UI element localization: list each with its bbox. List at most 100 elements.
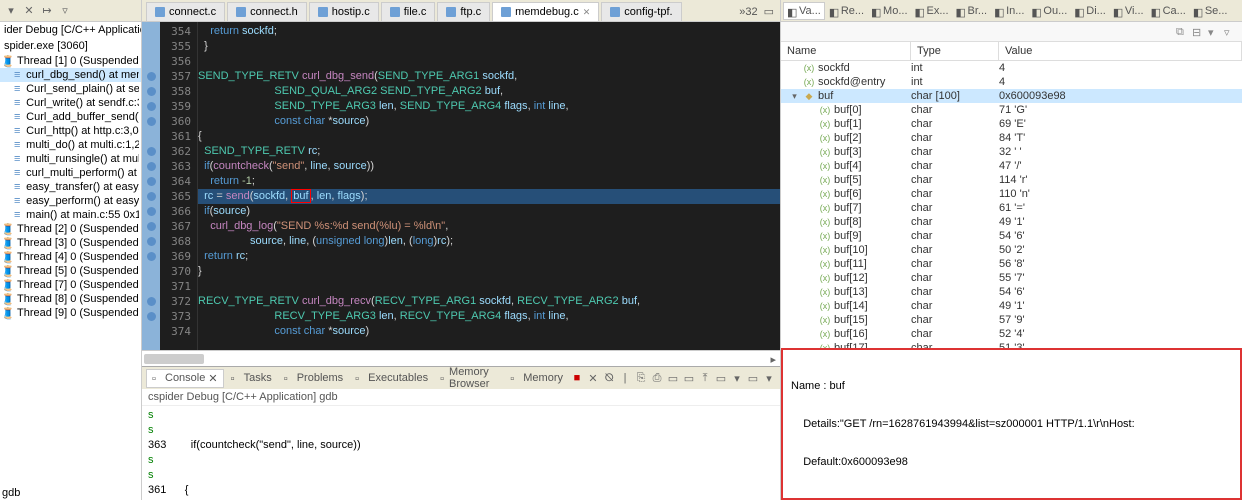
view-tab[interactable]: ◧Mo... [868,3,910,19]
breakpoint-icon[interactable] [147,252,156,261]
variable-row[interactable]: (x)buf[16]char52 '4' [781,327,1242,341]
pin-icon[interactable]: ▾ [1208,26,1220,38]
thread-item[interactable]: 🧵Thread [5] 0 (Suspended : Co [0,264,141,278]
stack-frame[interactable]: ≡Curl_http() at http.c:3,040 [0,124,141,138]
variable-row[interactable]: (x)buf[0]char71 'G' [781,103,1242,117]
expander-icon[interactable] [805,147,816,158]
code-line[interactable]: RECV_TYPE_RETV curl_dbg_recv(RECV_TYPE_A… [198,294,780,309]
stack-frame[interactable]: ≡Curl_add_buffer_send() at [0,110,141,124]
scroll-right-icon[interactable]: ▸ [770,353,776,366]
variable-row[interactable]: (x)sockfdint4 [781,61,1242,75]
maximize-icon[interactable]: ▭ [764,5,774,18]
thread-item[interactable]: 🧵Thread [3] 0 (Suspended : Co [0,236,141,250]
menu-icon[interactable]: ▿ [58,4,72,18]
breakpoint-slot[interactable] [142,279,160,294]
variable-row[interactable]: (x)buf[17]char51 '3' [781,341,1242,348]
variable-row[interactable]: (x)buf[10]char50 '2' [781,243,1242,257]
variable-row[interactable]: (x)buf[15]char57 '9' [781,313,1242,327]
variable-row[interactable]: (x)buf[4]char47 '/' [781,159,1242,173]
toolbar-icon[interactable]: ⎙ [650,371,664,385]
breakpoint-slot[interactable] [142,219,160,234]
breakpoint-icon[interactable] [147,177,156,186]
breakpoint-icon[interactable] [147,297,156,306]
toolbar-icon[interactable]: ▭ [746,371,760,385]
breakpoint-slot[interactable] [142,39,160,54]
stack-frame[interactable]: ≡easy_transfer() at easy.c:5 [0,180,141,194]
variable-row[interactable]: (x)buf[13]char54 '6' [781,285,1242,299]
view-tab[interactable]: ◧Br... [953,3,991,19]
code-line[interactable]: SEND_QUAL_ARG2 SEND_TYPE_ARG2 buf, [198,84,780,99]
breakpoint-slot[interactable] [142,144,160,159]
editor-tab[interactable]: connect.h [227,2,307,21]
expander-icon[interactable] [805,105,816,116]
remove-icon[interactable]: ✕ [22,4,36,18]
breakpoint-slot[interactable] [142,189,160,204]
code-line[interactable]: } [198,264,780,279]
expander-icon[interactable] [805,259,816,270]
expander-icon[interactable] [789,63,800,74]
toolbar-icon[interactable]: ⦰ [602,371,616,385]
breakpoint-icon[interactable] [147,72,156,81]
variable-row[interactable]: (x)buf[5]char114 'r' [781,173,1242,187]
breakpoint-icon[interactable] [147,192,156,201]
breakpoint-icon[interactable] [147,147,156,156]
console-tab[interactable]: ▫Tasks [226,370,277,386]
code-area[interactable]: return sockfd; }SEND_TYPE_RETV curl_dbg_… [198,22,780,350]
console-tab[interactable]: ▫Memory [505,370,568,386]
expander-icon[interactable] [789,77,800,88]
expander-icon[interactable] [805,245,816,256]
stack-frame[interactable]: ≡easy_perform() at easy.c:6 [0,194,141,208]
stack-frame[interactable]: ≡Curl_write() at sendf.c:348 [0,96,141,110]
code-line[interactable]: return -1; [198,174,780,189]
breakpoint-slot[interactable] [142,234,160,249]
code-line[interactable]: const char *source) [198,114,780,129]
code-line[interactable]: if(countcheck("send", line, source)) [198,159,780,174]
expander-icon[interactable] [805,161,816,172]
close-icon[interactable]: ✕ [208,372,217,385]
view-tab[interactable]: ◧Di... [1071,3,1109,19]
breakpoint-slot[interactable] [142,174,160,189]
expander-icon[interactable] [805,133,816,144]
expander-icon[interactable] [805,203,816,214]
collapse-all-icon[interactable]: ⊟ [1192,26,1204,38]
collapse-icon[interactable]: ▾ [4,4,18,18]
toolbar-icon[interactable]: ▭ [682,371,696,385]
breakpoint-slot[interactable] [142,204,160,219]
breakpoint-icon[interactable] [147,102,156,111]
variable-row[interactable]: ▾◆bufchar [100]0x600093e98 [781,89,1242,103]
code-line[interactable]: source, line, (unsigned long)len, (long)… [198,234,780,249]
col-value[interactable]: Value [999,42,1242,60]
gdb-node[interactable]: gdb [0,486,141,500]
code-line[interactable]: rc = send(sockfd, buf, len, flags); [198,189,780,204]
breakpoint-slot[interactable] [142,264,160,279]
editor[interactable]: 3543553563573583593603613623633643653663… [142,22,780,350]
thread-item[interactable]: 🧵Thread [4] 0 (Suspended : Co [0,250,141,264]
console-tab[interactable]: ▫Executables [350,370,433,386]
breakpoint-slot[interactable] [142,249,160,264]
breakpoint-slot[interactable] [142,129,160,144]
close-icon[interactable]: ✕ [583,7,591,18]
step-icon[interactable]: ↦ [40,4,54,18]
breakpoint-icon[interactable] [147,222,156,231]
tree-icon[interactable]: ⧉ [1176,26,1188,38]
expander-icon[interactable] [805,273,816,284]
code-line[interactable]: const char *source) [198,324,780,339]
stack-frame[interactable]: ≡multi_runsingle() at multi.c [0,152,141,166]
variable-row[interactable]: (x)buf[8]char49 '1' [781,215,1242,229]
col-type[interactable]: Type [911,42,999,60]
code-line[interactable]: SEND_TYPE_ARG3 len, SEND_TYPE_ARG4 flags… [198,99,780,114]
view-tab[interactable]: ◧Ca... [1148,3,1189,19]
stack-frame[interactable]: ≡multi_do() at multi.c:1,248 [0,138,141,152]
code-line[interactable]: SEND_TYPE_RETV rc; [198,144,780,159]
breakpoint-gutter[interactable] [142,22,160,350]
breakpoint-slot[interactable] [142,24,160,39]
breakpoint-icon[interactable] [147,207,156,216]
editor-tab[interactable]: file.c [381,2,436,21]
expander-icon[interactable] [805,301,816,312]
console-tab[interactable]: ▫Console ✕ [146,369,224,388]
variable-row[interactable]: (x)buf[6]char110 'n' [781,187,1242,201]
menu-icon[interactable]: ▿ [1224,26,1236,38]
variable-row[interactable]: (x)sockfd@entryint4 [781,75,1242,89]
expander-icon[interactable] [805,217,816,228]
toolbar-icon[interactable]: ▭ [666,371,680,385]
